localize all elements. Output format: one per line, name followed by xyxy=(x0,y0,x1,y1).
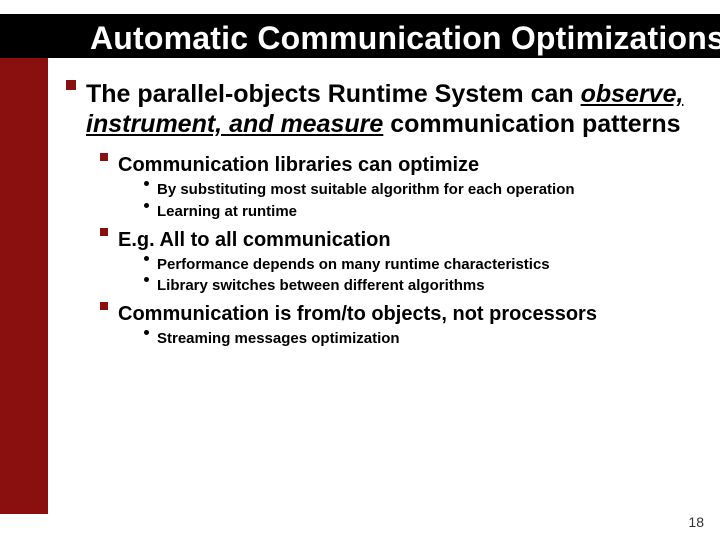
title-bar: Automatic Communication Optimizations xyxy=(0,14,720,58)
bullet-lvl3: By substituting most suitable algorithm … xyxy=(144,181,702,200)
lvl2-text: E.g. All to all communication xyxy=(118,228,702,252)
dot-bullet-icon xyxy=(144,277,149,282)
bullet-lvl2: E.g. All to all communication xyxy=(100,228,702,252)
dot-bullet-icon xyxy=(144,330,149,335)
lvl1-post: communication patterns xyxy=(383,110,680,138)
slide-content: The parallel-objects Runtime System can … xyxy=(66,80,702,352)
square-bullet-icon xyxy=(66,80,76,90)
bullet-lvl2: Communication libraries can optimize xyxy=(100,153,702,177)
sidebar-accent xyxy=(0,58,48,514)
bullet-lvl2: Communication is from/to objects, not pr… xyxy=(100,302,702,326)
lvl2-text: Communication libraries can optimize xyxy=(118,153,702,177)
square-bullet-icon xyxy=(100,228,108,236)
dot-bullet-icon xyxy=(144,181,149,186)
dot-bullet-icon xyxy=(144,256,149,261)
page-number: 18 xyxy=(688,514,704,530)
lvl2-text: Communication is from/to objects, not pr… xyxy=(118,302,702,326)
lvl3-text: Learning at runtime xyxy=(157,203,702,222)
lvl3-text: By substituting most suitable algorithm … xyxy=(157,181,702,200)
dot-bullet-icon xyxy=(144,203,149,208)
page-title: Automatic Communication Optimizations xyxy=(90,20,718,57)
bullet-lvl1: The parallel-objects Runtime System can … xyxy=(66,80,702,139)
bullet-lvl3: Learning at runtime xyxy=(144,203,702,222)
bullet-lvl3: Performance depends on many runtime char… xyxy=(144,256,702,275)
lvl1-text: The parallel-objects Runtime System can … xyxy=(86,80,702,139)
square-bullet-icon xyxy=(100,153,108,161)
lvl1-pre: The parallel-objects Runtime System can xyxy=(86,80,581,108)
bullet-lvl3: Streaming messages optimization xyxy=(144,330,702,349)
lvl3-text: Performance depends on many runtime char… xyxy=(157,256,702,275)
bullet-lvl3: Library switches between different algor… xyxy=(144,277,702,296)
lvl3-text: Library switches between different algor… xyxy=(157,277,702,296)
square-bullet-icon xyxy=(100,302,108,310)
lvl3-text: Streaming messages optimization xyxy=(157,330,702,349)
